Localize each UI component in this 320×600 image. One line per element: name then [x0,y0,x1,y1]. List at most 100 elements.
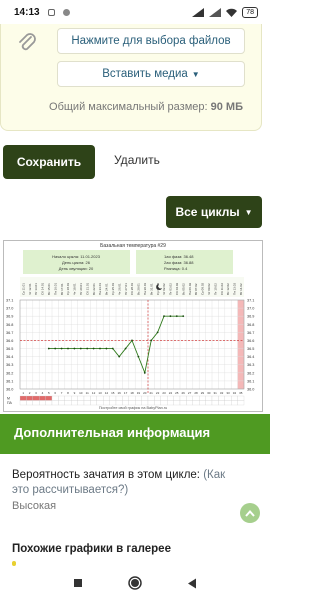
date-label: Сб 21.01 [85,282,89,295]
date-label: Вс 15.01 [47,283,51,295]
row-cell [96,400,104,406]
row-cell [192,395,200,401]
date-label: Чт 19.01 [73,283,77,295]
row-cell [19,400,27,406]
day-number: 31 [214,391,218,395]
y-tick-label-right: 36.1 [247,379,254,383]
day-number: 33 [226,391,230,395]
row-cell [154,400,161,406]
back-icon[interactable] [187,578,197,589]
y-tick-label: 36.1 [6,379,13,383]
date-label: Пн 16.01 [53,283,57,295]
y-tick-label: 36.8 [6,323,13,327]
row-cell [90,400,97,406]
day-number: 25 [175,391,179,395]
row-cell [96,395,104,401]
row-cell [45,395,53,401]
messenger-icon [62,8,70,16]
row-cell [39,395,46,401]
row-cell [237,395,245,401]
y-tick-label: 36.2 [6,371,13,375]
date-label: Вс 05.02 [181,283,185,295]
date-label: Пн 13.02 [233,283,237,295]
notification-icon [47,8,55,16]
row-cell [141,400,149,406]
row-cell [179,395,187,401]
day-number: 26 [182,391,186,395]
bbt-chart[interactable]: Базальная температура #29 Начало цикла: 1… [3,240,263,412]
scroll-top-button[interactable] [240,503,260,523]
date-label: Сб 11.02 [220,283,224,295]
row-cell [128,395,136,401]
recent-apps-icon[interactable] [73,578,83,588]
date-label: Ср 08.02 [201,282,205,295]
row-cell [160,395,168,401]
y-tick-label-right: 37.1 [247,299,254,303]
day-number: 15 [111,391,115,395]
status-bar: 14:13 78 [0,0,270,24]
day-number: 2 [29,391,31,395]
temperature-point [150,339,153,342]
temperature-point [175,315,178,318]
row-cell [103,400,110,406]
row-label: М [7,397,10,401]
cycle-day-label: День цикла: 26 [62,260,91,265]
day-number: 20 [143,391,147,395]
row-cell [218,395,225,401]
row-cell [19,395,27,401]
home-icon[interactable] [128,576,142,590]
row-cell [39,400,46,406]
conception-probability: Высокая [12,500,57,512]
row-cell [186,400,193,406]
row-cell [167,395,174,401]
temperature-point [67,347,69,350]
all-cycles-button[interactable]: Все циклы ▼ [166,196,262,228]
temperature-point [92,347,95,350]
temperature-point [86,347,89,350]
date-label: Вт 24.01 [105,283,109,295]
date-label: Чт 09.02 [207,283,211,295]
similar-charts-title: Похожие графики в галерее [12,543,171,555]
day-number: 5 [48,391,50,395]
conception-question-text: Вероятность зачатия в этом цикле: [12,469,200,481]
additional-info-header: Дополнительная информация [0,414,270,454]
row-cell [77,400,85,406]
date-label: Пн 06.02 [188,283,192,295]
day-number: 16 [118,391,122,395]
day-number: 7 [61,391,63,395]
save-button[interactable]: Сохранить [3,145,95,179]
choose-files-button[interactable]: Нажмите для выбора файлов [57,28,245,54]
row-cell [77,395,85,401]
row-cell [58,400,65,406]
row-cell [115,400,123,406]
day-number: 13 [98,391,102,395]
row-cell [173,400,181,406]
temperature-point [73,347,76,350]
row-cell [64,395,72,401]
chevron-down-icon: ▼ [244,207,253,217]
day-number: 14 [105,391,109,395]
row-cell [135,400,142,406]
row-cell [109,395,117,401]
chevron-down-icon: ▼ [191,69,200,79]
day-number: 27 [188,391,192,395]
paperclip-icon [19,33,36,51]
day-number: 12 [92,391,96,395]
row-cell [192,400,200,406]
temperature-point [137,355,140,358]
temperature-point [131,339,133,342]
date-label: Вт 07.02 [194,283,198,295]
insert-media-button[interactable]: Вставить медиа ▼ [57,61,245,87]
y-tick-label: 36.7 [6,331,13,335]
delete-button[interactable]: Удалить [114,153,160,167]
all-cycles-label: Все циклы [175,205,240,219]
row-cell [109,400,117,406]
wifi-icon [226,8,238,17]
signal-icon [209,7,222,17]
row-cell [147,400,155,406]
y-tick-label: 37.1 [6,299,13,303]
y-tick-label-right: 36.0 [247,388,254,392]
date-label: Пн 30.01 [143,283,147,295]
temperature-point [169,315,172,318]
day-number: 22 [156,391,160,395]
